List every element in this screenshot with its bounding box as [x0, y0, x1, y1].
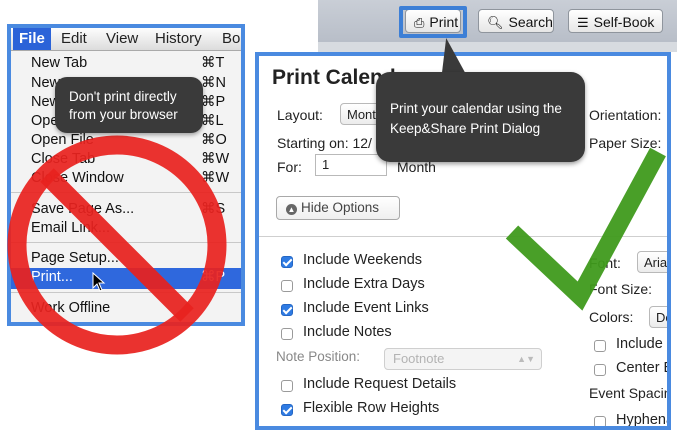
- menu-item-work-offline[interactable]: Work Offline: [31, 300, 110, 316]
- menubar-file[interactable]: File: [13, 28, 51, 50]
- menu-shortcut: ⌘P: [201, 94, 226, 110]
- mouse-cursor-icon: [92, 272, 106, 292]
- browser-menubar: File Edit View History Bo: [11, 28, 241, 51]
- menu-shortcut: ⌘T: [201, 55, 225, 71]
- note-position-label: Note Position:: [276, 349, 361, 364]
- page-right-edge: [671, 52, 677, 435]
- tooltip-dont-print-browser: Don't print directly from your browser: [55, 77, 203, 133]
- menubar-edit[interactable]: Edit: [61, 30, 87, 47]
- hyphenate-checkbox[interactable]: [594, 416, 606, 426]
- include-extra-days-label: Include Extra Days: [303, 276, 425, 292]
- menu-shortcut: ⌘P: [201, 269, 226, 285]
- chevron-updown-icon: ▲▼: [517, 354, 535, 364]
- list-icon: ☰: [577, 15, 589, 30]
- tooltip-use-print-dialog: Print your calendar using the Keep&Share…: [376, 72, 585, 162]
- hide-options-button[interactable]: ▲ Hide Options: [276, 196, 400, 220]
- menubar-view[interactable]: View: [106, 30, 138, 47]
- menu-separator: [11, 192, 241, 193]
- self-book-button[interactable]: ☰ Self-Book: [568, 9, 663, 33]
- menu-item-email-link[interactable]: Email Link...: [31, 220, 110, 236]
- include-extra-days-checkbox[interactable]: [281, 280, 293, 292]
- event-spacing-label: Event Spacing: [589, 385, 671, 401]
- menu-shortcut: ⌘L: [201, 113, 224, 129]
- colors-label: Colors:: [589, 309, 634, 325]
- menu-item-open-file[interactable]: Open File: [31, 132, 94, 148]
- include-right-checkbox[interactable]: [594, 340, 606, 352]
- colors-select[interactable]: Default: [649, 306, 667, 328]
- include-notes-checkbox[interactable]: [281, 328, 293, 340]
- menu-shortcut: ⌘W: [201, 151, 230, 167]
- menu-separator: [11, 242, 241, 243]
- flexible-row-heights-checkbox[interactable]: [281, 404, 293, 416]
- menu-shortcut: ⌘S: [201, 201, 226, 217]
- center-events-checkbox[interactable]: [594, 364, 606, 376]
- for-label: For:: [277, 159, 302, 175]
- menubar-bookmarks[interactable]: Bo: [222, 30, 240, 47]
- flexible-row-heights-label: Flexible Row Heights: [303, 400, 440, 416]
- menu-shortcut: ⌘N: [201, 75, 226, 91]
- for-count-input[interactable]: 1: [315, 154, 387, 176]
- center-events-label: Center Ev: [616, 360, 667, 376]
- menu-shortcut: ⌘W: [201, 170, 230, 186]
- hyphenate-label: Hyphenate: [616, 412, 667, 428]
- paper-size-label: Paper Size:: [589, 135, 662, 151]
- chevron-up-icon: ▲: [286, 204, 297, 215]
- menu-item-close-window[interactable]: Close Window: [31, 170, 124, 186]
- options-divider: [259, 236, 667, 237]
- orientation-label: Orientation:: [589, 107, 662, 123]
- menu-item-close-tab[interactable]: Close Tab: [31, 151, 95, 167]
- starting-on-label: Starting on: 12/: [277, 135, 372, 151]
- menu-item-save-page[interactable]: Save Page As...: [31, 201, 134, 217]
- search-icon: 🔍︎: [487, 15, 504, 30]
- include-request-details-label: Include Request Details: [303, 376, 457, 392]
- font-size-label: Font Size:: [589, 281, 653, 297]
- font-select[interactable]: Arial: [637, 251, 667, 273]
- include-event-links-checkbox[interactable]: [281, 304, 293, 316]
- menu-separator: [11, 292, 241, 293]
- menu-item-page-setup[interactable]: Page Setup...: [31, 250, 119, 266]
- include-weekends-label: Include Weekends: [303, 252, 423, 268]
- note-position-select: Footnote ▲▼: [384, 348, 542, 370]
- menu-item-print[interactable]: Print...: [31, 269, 73, 285]
- include-right-label: Include: [616, 336, 663, 352]
- search-button[interactable]: 🔍︎ Search: [478, 9, 554, 33]
- include-request-details-checkbox[interactable]: [281, 380, 293, 392]
- layout-label: Layout:: [277, 107, 323, 123]
- menu-item-new-tab[interactable]: New Tab: [31, 55, 87, 71]
- include-event-links-label: Include Event Links: [303, 300, 429, 316]
- include-weekends-checkbox[interactable]: [281, 256, 293, 268]
- include-notes-label: Include Notes: [303, 324, 392, 340]
- menu-shortcut: ⌘O: [201, 132, 227, 148]
- print-button-highlight: [399, 6, 467, 38]
- menubar-history[interactable]: History: [155, 30, 202, 47]
- font-label: Font:: [589, 255, 621, 271]
